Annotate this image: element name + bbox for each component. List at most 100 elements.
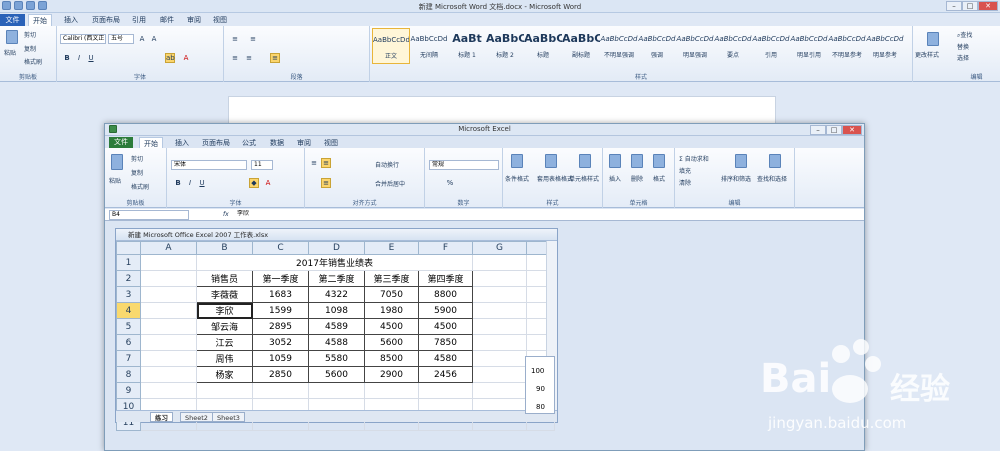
column-header[interactable]: C bbox=[252, 241, 309, 255]
data-cell[interactable]: 1980 bbox=[364, 302, 419, 319]
data-cell[interactable]: 8800 bbox=[418, 286, 473, 303]
cell[interactable] bbox=[140, 286, 197, 303]
number-format-combo[interactable]: 常规 bbox=[429, 160, 499, 170]
sheet-tab-sheet2[interactable]: Sheet2 bbox=[180, 412, 213, 422]
underline-button[interactable]: U bbox=[86, 53, 96, 63]
excel-cut-button[interactable]: 剪切 bbox=[131, 154, 143, 163]
highlight-color-button[interactable]: ab bbox=[165, 53, 175, 63]
tab-home[interactable]: 开始 bbox=[28, 14, 52, 26]
excel-paste-icon[interactable] bbox=[111, 154, 123, 170]
data-cell[interactable]: 7050 bbox=[364, 286, 419, 303]
style-4[interactable]: AaBbC 标题 bbox=[524, 28, 562, 64]
sheet-tab-sheet3[interactable]: Sheet3 bbox=[212, 412, 245, 422]
justify-button[interactable]: ≡ bbox=[270, 53, 280, 63]
style-7[interactable]: AaBbCcDd 强调 bbox=[638, 28, 676, 64]
excel-format-painter-button[interactable]: 格式刷 bbox=[131, 182, 149, 191]
delete-cells-icon[interactable] bbox=[631, 154, 643, 168]
find-select-icon[interactable] bbox=[769, 154, 781, 168]
name-box[interactable]: B4 bbox=[109, 210, 189, 220]
excel-center-button[interactable]: ≡ bbox=[321, 178, 331, 188]
data-cell[interactable]: 5580 bbox=[308, 350, 365, 367]
row-header[interactable]: 6 bbox=[116, 334, 141, 351]
numbering-button[interactable]: ≡ bbox=[248, 34, 258, 44]
column-header[interactable]: G bbox=[472, 241, 527, 255]
cell[interactable] bbox=[472, 270, 527, 287]
autosum-button[interactable]: Σ 自动求和 bbox=[679, 154, 709, 163]
row-header[interactable]: 2 bbox=[116, 270, 141, 287]
close-button[interactable]: ✕ bbox=[978, 1, 998, 11]
align-middle-button[interactable]: ≡ bbox=[321, 158, 331, 168]
format-cells-icon[interactable] bbox=[653, 154, 665, 168]
excel-minimize-button[interactable]: – bbox=[810, 125, 826, 135]
excel-font-size-combo[interactable]: 11 bbox=[251, 160, 273, 170]
tab-references[interactable]: 引用 bbox=[128, 14, 150, 26]
column-header[interactable]: D bbox=[308, 241, 365, 255]
formula-input[interactable]: 李欣 bbox=[235, 210, 855, 220]
data-cell[interactable]: 4500 bbox=[364, 318, 419, 335]
row-header[interactable]: 9 bbox=[116, 382, 141, 399]
cell[interactable] bbox=[472, 286, 527, 303]
minimize-button[interactable]: – bbox=[946, 1, 962, 11]
data-cell[interactable]: 李薇薇 bbox=[196, 286, 253, 303]
align-top-button[interactable]: ≡ bbox=[309, 158, 319, 168]
data-cell[interactable]: 5600 bbox=[308, 366, 365, 383]
shrink-font-button[interactable]: A bbox=[149, 34, 159, 44]
paste-icon[interactable] bbox=[6, 30, 18, 44]
cell[interactable] bbox=[472, 334, 527, 351]
cell-styles-icon[interactable] bbox=[579, 154, 591, 168]
sort-filter-icon[interactable] bbox=[735, 154, 747, 168]
header-cell[interactable]: 第二季度 bbox=[308, 270, 365, 287]
cell[interactable] bbox=[472, 366, 527, 383]
cell[interactable] bbox=[252, 382, 309, 399]
cut-button[interactable]: 剪切 bbox=[24, 30, 36, 39]
style-2[interactable]: AaBt 标题 1 bbox=[448, 28, 486, 64]
cell[interactable] bbox=[472, 350, 527, 367]
excel-close-button[interactable]: ✕ bbox=[842, 125, 862, 135]
style-10[interactable]: AaBbCcDd 引用 bbox=[752, 28, 790, 64]
cell[interactable] bbox=[472, 302, 527, 319]
tab-mailings[interactable]: 邮件 bbox=[156, 14, 178, 26]
data-cell[interactable]: 2850 bbox=[252, 366, 309, 383]
bullets-button[interactable]: ≡ bbox=[230, 34, 240, 44]
data-cell[interactable]: 江云 bbox=[196, 334, 253, 351]
chart-fragment[interactable]: 100 90 80 bbox=[525, 356, 555, 414]
data-cell[interactable]: 5900 bbox=[418, 302, 473, 319]
excel-fill-color-button[interactable]: ◆ bbox=[249, 178, 259, 188]
data-cell[interactable]: 杨家 bbox=[196, 366, 253, 383]
wrap-text-button[interactable]: 自动换行 bbox=[375, 160, 399, 169]
cell[interactable] bbox=[140, 366, 197, 383]
cell[interactable] bbox=[364, 382, 419, 399]
merge-center-button[interactable]: 合并后居中 bbox=[375, 179, 405, 188]
data-cell[interactable]: 3052 bbox=[252, 334, 309, 351]
column-header[interactable]: B bbox=[196, 241, 253, 255]
excel-italic-button[interactable]: I bbox=[185, 178, 195, 188]
excel-bold-button[interactable]: B bbox=[173, 178, 183, 188]
style-1[interactable]: AaBbCcDd 无间隔 bbox=[410, 28, 448, 64]
cell[interactable] bbox=[472, 318, 527, 335]
column-header[interactable]: E bbox=[364, 241, 419, 255]
excel-tab-file[interactable]: 文件 bbox=[109, 137, 133, 148]
cell[interactable] bbox=[472, 254, 527, 271]
header-cell[interactable]: 第一季度 bbox=[252, 270, 309, 287]
style-13[interactable]: AaBbCcDd 明显参考 bbox=[866, 28, 904, 64]
excel-font-name-combo[interactable]: 宋体 bbox=[171, 160, 247, 170]
data-cell[interactable]: 2895 bbox=[252, 318, 309, 335]
grow-font-button[interactable]: A bbox=[137, 34, 147, 44]
data-cell[interactable]: 2456 bbox=[418, 366, 473, 383]
data-cell[interactable]: 4500 bbox=[418, 318, 473, 335]
style-9[interactable]: AaBbCcDd 要点 bbox=[714, 28, 752, 64]
cell[interactable] bbox=[472, 382, 527, 399]
align-center-button[interactable]: ≡ bbox=[244, 53, 254, 63]
style-8[interactable]: AaBbCcDd 明显强调 bbox=[676, 28, 714, 64]
data-cell[interactable]: 4588 bbox=[308, 334, 365, 351]
cell[interactable] bbox=[140, 334, 197, 351]
cell[interactable] bbox=[140, 350, 197, 367]
header-cell[interactable]: 销售员 bbox=[196, 270, 253, 287]
active-cell[interactable]: 李欣 bbox=[196, 302, 253, 319]
sheet-title-cell[interactable]: 2017年销售业绩表 bbox=[196, 254, 473, 271]
style-5[interactable]: AaBbC 副标题 bbox=[562, 28, 600, 64]
row-header[interactable]: 5 bbox=[116, 318, 141, 335]
change-styles-icon[interactable] bbox=[927, 32, 939, 46]
row-header[interactable]: 8 bbox=[116, 366, 141, 383]
header-cell[interactable]: 第三季度 bbox=[364, 270, 419, 287]
